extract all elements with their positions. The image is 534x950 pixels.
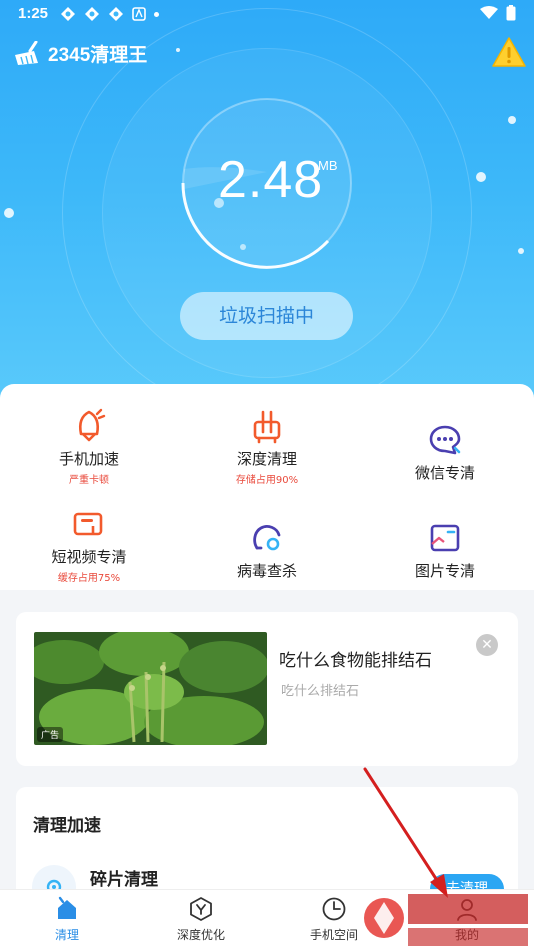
decor-bubble [4, 208, 14, 218]
bell-rocket-icon [78, 408, 106, 442]
decor-bubble [518, 248, 524, 254]
tab-phone-space[interactable]: 手机空间 [267, 896, 401, 943]
decor-bubble [176, 48, 180, 52]
feature-sub: 严重卡顿 [69, 475, 109, 486]
feature-deep-clean[interactable]: 深度清理 存储占用90% [178, 408, 356, 486]
feature-label: 病毒查杀 [236, 562, 297, 580]
close-icon[interactable]: ✕ [476, 634, 498, 656]
ad-badge: 广告 [37, 727, 64, 742]
feature-wechat-clean[interactable]: 微信专清 [356, 422, 534, 483]
app-notification-icon [109, 7, 123, 21]
app-notification-icon [132, 7, 146, 21]
junk-size-value: 2.48 [218, 151, 324, 209]
app-title: 2345清理王 [48, 45, 148, 66]
feature-grid: 手机加速 严重卡顿 深度清理 存储占用90% 微信专清 短视频专清 缓存占用75… [0, 384, 534, 590]
decor-bubble [508, 116, 516, 124]
ad-card[interactable]: 广告 吃什么食物能排结石 吃什么排结石 ✕ [16, 612, 518, 766]
pie-clock-icon [322, 897, 346, 921]
feature-sub: 存储占用90% [235, 475, 299, 486]
status-time: 1:25 [18, 5, 49, 22]
tab-mine[interactable]: 我的 [400, 896, 534, 943]
feature-label: 手机加速 [58, 450, 119, 468]
feature-sub: 缓存占用75% [57, 573, 121, 584]
wifi-icon [480, 6, 498, 19]
tab-clean[interactable]: 清理 [0, 896, 134, 943]
home-broom-icon [58, 896, 76, 919]
feature-phone-boost[interactable]: 手机加速 严重卡顿 [0, 408, 178, 486]
ad-image[interactable]: 广告 [34, 632, 267, 745]
ad-title[interactable]: 吃什么食物能排结石 [279, 646, 432, 671]
wechat-icon [429, 425, 461, 455]
app-notification-icon [85, 7, 99, 21]
hexagon-optimize-icon [190, 897, 212, 921]
user-profile-icon [457, 899, 477, 921]
feature-image-clean[interactable]: 图片专清 [356, 520, 534, 581]
decor-bubble [476, 172, 486, 182]
section-title: 清理加速 [33, 816, 101, 836]
tab-label: 清理 [54, 928, 79, 942]
tab-label: 我的 [454, 928, 479, 942]
status-bar: 1:25 [0, 0, 534, 30]
ad-subtitle: 吃什么排结石 [281, 684, 360, 699]
junk-scan-button[interactable]: 垃圾扫描中 [180, 292, 353, 340]
battery-icon [506, 5, 516, 21]
deep-clean-icon [253, 410, 281, 444]
feature-label: 短视频专清 [51, 548, 127, 566]
bottom-nav: 清理 深度优化 手机空间 我的 [0, 889, 534, 950]
feature-short-video-clean[interactable]: 短视频专清 缓存占用75% [0, 506, 178, 584]
more-notifications-icon [154, 11, 159, 17]
feature-virus-scan[interactable]: 病毒查杀 [178, 520, 356, 581]
feature-label: 微信专清 [414, 464, 475, 482]
app-header: 2345清理王 [12, 40, 147, 67]
virus-icon [253, 525, 281, 551]
junk-size-unit: MB [318, 158, 338, 173]
broom-logo-icon [15, 40, 38, 65]
feature-label: 图片专清 [414, 562, 475, 580]
notification-icons [60, 6, 159, 22]
tab-deep-optimize[interactable]: 深度优化 [134, 896, 268, 943]
system-icons [480, 5, 516, 21]
fragment-clean-label: 碎片清理 [90, 870, 158, 890]
feature-label: 深度清理 [236, 450, 297, 468]
hero-panel: 1:25 2345清理王 2.48 MB 垃圾扫描中 [0, 0, 534, 420]
tab-label: 深度优化 [176, 928, 225, 942]
video-icon [73, 512, 103, 536]
warning-icon[interactable] [492, 36, 526, 68]
image-icon [430, 524, 460, 552]
tab-label: 手机空间 [309, 928, 358, 942]
app-notification-icon [61, 7, 75, 21]
